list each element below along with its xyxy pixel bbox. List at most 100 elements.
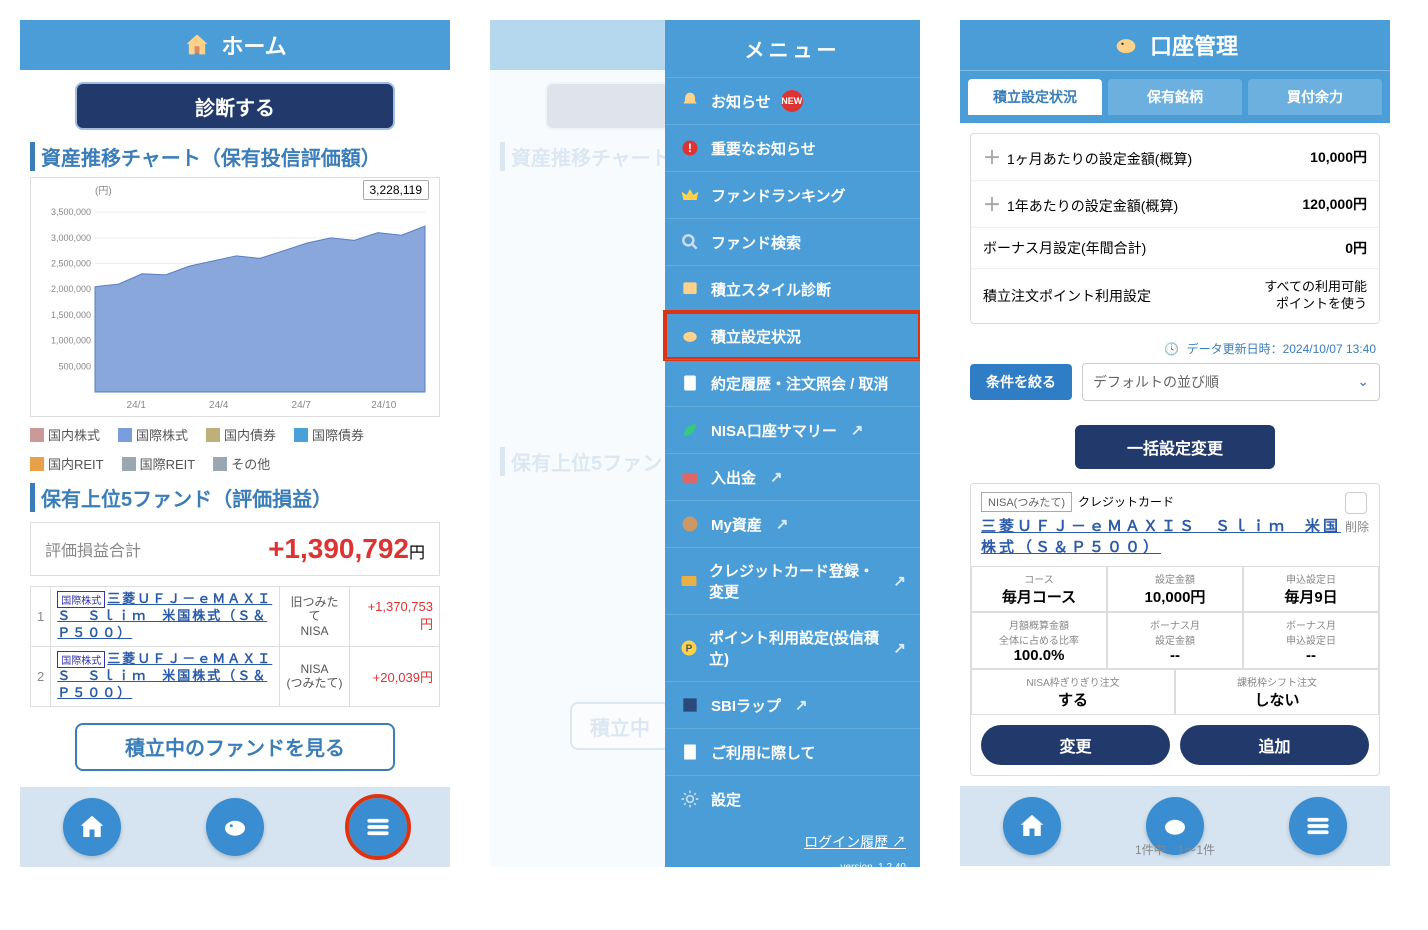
asset-chart: (円) 3,228,119 500,0001,000,0001,500,0002…	[30, 177, 440, 417]
chart-section-title: 資産推移チャート（保有投信評価額）	[30, 142, 440, 171]
gear-icon	[679, 788, 701, 810]
data-update-timestamp: 🕓 データ更新日時：2024/10/07 13:40	[960, 334, 1390, 363]
piggy-icon	[679, 325, 701, 347]
settings-row[interactable]: ＋1年あたりの設定金額(概算)120,000円	[971, 181, 1379, 228]
external-icon: ↗	[776, 515, 789, 533]
menu-item-diagnose[interactable]: 積立スタイル診断	[665, 265, 920, 312]
svg-text:1,000,000: 1,000,000	[51, 336, 91, 346]
menu-screen: 資産推移チャート 保有上位5ファン 積立中 メニュー お知らせ NEW! 重要な…	[490, 20, 920, 867]
diagnose-button[interactable]: 診断する	[75, 82, 395, 130]
svg-text:3,500,000: 3,500,000	[51, 207, 91, 217]
menu-item-piggy[interactable]: 積立設定状況	[665, 312, 920, 359]
change-button[interactable]: 変更	[981, 725, 1170, 765]
menu-item-gear[interactable]: 設定	[665, 775, 920, 822]
fund-row[interactable]: 2 国際株式三菱ＵＦＪ－ｅＭＡＸＩＳ Ｓｌｉｍ 米国株式（Ｓ＆Ｐ５００） NIS…	[31, 646, 440, 706]
menu-item-paper[interactable]: ご利用に際して	[665, 728, 920, 775]
new-badge: NEW	[781, 90, 803, 112]
menu-item-doc[interactable]: 約定履歴・注文照会 / 取消	[665, 359, 920, 406]
credit-card-label: クレジットカード	[1078, 493, 1174, 510]
filter-button[interactable]: 条件を絞る	[970, 364, 1072, 400]
result-count: 1件中 1～1件	[960, 831, 1390, 867]
tabs: 積立設定状況 保有銘柄 買付余力	[960, 70, 1390, 123]
svg-text:P: P	[686, 643, 693, 654]
header-title: 口座管理	[1150, 29, 1238, 61]
svg-text:2,500,000: 2,500,000	[51, 259, 91, 269]
expand-icon: ＋	[983, 195, 1001, 215]
delete-label: 削除	[1345, 518, 1369, 535]
menu-item-exclaim[interactable]: ! 重要なお知らせ	[665, 124, 920, 171]
crown-icon	[679, 184, 701, 206]
sort-select[interactable]: デフォルトの並び順 ⌄	[1082, 363, 1380, 401]
bottom-nav	[20, 787, 450, 867]
chart-tooltip: 3,228,119	[363, 180, 430, 200]
home-screen: ホーム 診断する 資産推移チャート（保有投信評価額） (円) 3,228,119…	[20, 20, 450, 867]
area-chart-svg: 500,0001,000,0001,500,0002,000,0002,500,…	[35, 197, 435, 412]
fund-detail-cell: 課税枠シフト注文しない	[1175, 669, 1379, 715]
diagnose-icon	[679, 278, 701, 300]
menu-items: お知らせ NEW! 重要なお知らせ ファンドランキング ファンド検索 積立スタイ…	[665, 77, 920, 822]
legend-item: 国際債券	[294, 425, 364, 444]
menu-item-card[interactable]: クレジットカード登録・変更 ↗	[665, 547, 920, 614]
settings-row[interactable]: ＋1ヶ月あたりの設定金額(概算)10,000円	[971, 134, 1379, 181]
legend-item: 国内債券	[206, 425, 276, 444]
clock-icon: 🕓	[1164, 342, 1179, 356]
search-icon	[679, 231, 701, 253]
menu-item-crown[interactable]: ファンドランキング	[665, 171, 920, 218]
fund-detail-cell: 設定金額10,000円	[1107, 566, 1243, 612]
fund-detail-cell: ボーナス月申込設定日--	[1243, 612, 1379, 669]
external-icon: ↗	[893, 639, 906, 657]
login-history-link[interactable]: ログイン履歴 ↗	[665, 822, 920, 862]
menu-item-point[interactable]: P ポイント利用設定(投信積立) ↗	[665, 614, 920, 681]
svg-text:!: !	[688, 142, 692, 155]
menu-item-leaf[interactable]: NISA口座サマリー ↗	[665, 406, 920, 453]
fund-detail-cell: NISA枠ぎりぎり注文する	[971, 669, 1175, 715]
fund-detail-cell: ボーナス月設定金額--	[1107, 612, 1243, 669]
fund-name-link[interactable]: 三菱ＵＦＪ－ｅＭＡＸＩＳ Ｓｌｉｍ 米国株式（Ｓ＆Ｐ５００）	[981, 516, 1345, 558]
fund-detail-cell: 月額概算金額全体に占める比率100.0%	[971, 612, 1107, 669]
view-installments-button[interactable]: 積立中のファンドを見る	[75, 723, 395, 771]
settings-row: ボーナス月設定(年間合計)0円	[971, 228, 1379, 269]
delete-checkbox[interactable]	[1345, 492, 1367, 514]
card-icon	[679, 570, 699, 592]
menu-item-wrap[interactable]: SBIラップ ↗	[665, 681, 920, 728]
fund-detail-cell: 申込設定日毎月9日	[1243, 566, 1379, 612]
menu-item-globe[interactable]: My資産 ↗	[665, 500, 920, 547]
legend-item: 国内REIT	[30, 454, 104, 473]
wallet-icon	[679, 466, 701, 488]
menu-item-wallet[interactable]: 入出金 ↗	[665, 453, 920, 500]
piggy-icon	[1112, 31, 1140, 59]
external-icon: ↗	[893, 572, 906, 590]
tab-buying-power[interactable]: 買付余力	[1248, 79, 1382, 115]
add-button[interactable]: 追加	[1180, 725, 1369, 765]
fund-row[interactable]: 1 国際株式三菱ＵＦＪ－ｅＭＡＸＩＳ Ｓｌｉｍ 米国株式（Ｓ＆Ｐ５００） 旧つみ…	[31, 587, 440, 647]
installment-fund-card: NISA(つみたて) クレジットカード 三菱ＵＦＪ－ｅＭＡＸＩＳ Ｓｌｉｍ 米国…	[970, 483, 1380, 776]
globe-icon	[679, 513, 701, 535]
nav-home-button[interactable]	[63, 798, 121, 856]
bottom-nav: 1件中 1～1件	[960, 786, 1390, 866]
nav-account-button[interactable]	[206, 798, 264, 856]
home-icon	[183, 31, 211, 59]
chevron-down-icon: ⌄	[1357, 373, 1369, 390]
exclaim-icon: !	[679, 137, 701, 159]
bulk-change-button[interactable]: 一括設定変更	[1075, 425, 1275, 469]
doc-icon	[679, 372, 701, 394]
nisa-tag: NISA(つみたて)	[981, 492, 1072, 512]
tab-holdings[interactable]: 保有銘柄	[1108, 79, 1242, 115]
svg-text:1,500,000: 1,500,000	[51, 310, 91, 320]
legend-item: 国際株式	[118, 425, 188, 444]
top5-title: 保有上位5ファンド（評価損益）	[30, 483, 440, 512]
tab-installment-status[interactable]: 積立設定状況	[968, 79, 1102, 115]
pl-summary: 評価損益合計 +1,390,792円	[30, 522, 440, 576]
settings-row: 積立注文ポイント利用設定すべての利用可能ポイントを使う	[971, 269, 1379, 323]
menu-item-bell[interactable]: お知らせ NEW	[665, 77, 920, 124]
header-title: ホーム	[221, 29, 286, 61]
menu-item-search[interactable]: ファンド検索	[665, 218, 920, 265]
nav-menu-button[interactable]	[349, 798, 407, 856]
version-label-1: version. 1.2.40	[665, 862, 920, 867]
svg-text:3,000,000: 3,000,000	[51, 233, 91, 243]
svg-text:500,000: 500,000	[58, 361, 91, 371]
leaf-icon	[679, 419, 701, 441]
bell-icon	[679, 90, 701, 112]
chart-legend: 国内株式国際株式国内債券国際債券国内REIT国際REITその他	[30, 425, 440, 473]
external-icon: ↗	[795, 696, 808, 714]
